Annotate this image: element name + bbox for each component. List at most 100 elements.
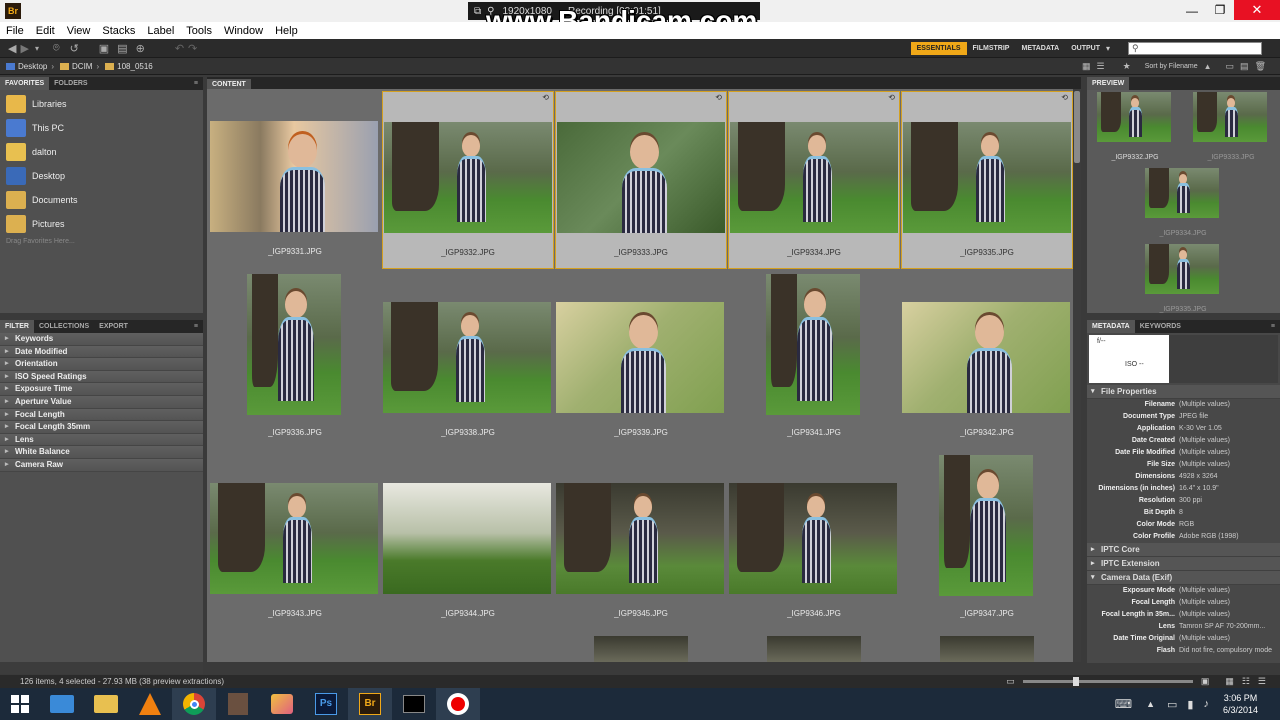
breadcrumb-item[interactable]: Desktop [18, 62, 47, 71]
volume-icon[interactable]: ♪ [1203, 698, 1209, 710]
filter-item[interactable]: Focal Length 35mm [0, 421, 203, 434]
rotate-badge-icon[interactable]: ⟲ [542, 93, 549, 102]
keyboard-icon[interactable]: ⌨ [1115, 697, 1132, 711]
breadcrumb-item[interactable]: DCIM [72, 62, 92, 71]
workspace-menu-icon[interactable]: ▾ [1106, 44, 1110, 53]
thumbnail-size-slider[interactable] [1022, 677, 1193, 686]
panel-menu-icon[interactable]: ≡ [189, 77, 203, 90]
content-scrollbar[interactable] [1073, 89, 1081, 662]
panel-menu-icon[interactable]: ≡ [189, 320, 203, 333]
zoom-in-icon[interactable]: ▣ [1201, 676, 1210, 687]
thumbnail[interactable]: _IGP9338.JPG [382, 272, 554, 450]
menu-view[interactable]: View [61, 25, 97, 37]
workspace-essentials[interactable]: ESSENTIALS [910, 41, 967, 55]
taskbar-explorer-icon[interactable] [40, 688, 84, 720]
filter-item[interactable]: Camera Raw [0, 458, 203, 472]
thumbnail[interactable]: _IGP9342.JPG [901, 272, 1073, 450]
thumbnail[interactable]: _IGP9344.JPG [382, 453, 554, 631]
preview-thumbnail[interactable]: _IGP9334.JPG [1145, 168, 1221, 240]
forward-icon[interactable]: ▶ [20, 42, 28, 55]
preview-thumbnail[interactable]: _IGP9332.JPG [1097, 92, 1173, 164]
sort-order-icon[interactable]: ▲ [1204, 62, 1212, 71]
network-icon[interactable]: ▭ [1167, 698, 1177, 711]
rotate-ccw-icon[interactable]: ↶ [175, 42, 184, 55]
output-icon[interactable]: ▤ [117, 42, 127, 55]
thumbnail[interactable]: _IGP9343.JPG [209, 453, 381, 631]
thumbnail[interactable]: ⟲ _IGP9334.JPG [728, 91, 900, 269]
open-recent-icon[interactable]: ▣ [99, 42, 109, 55]
section-iptc-core[interactable]: IPTC Core [1087, 543, 1280, 557]
tab-export[interactable]: EXPORT [94, 320, 133, 333]
thumbnail[interactable]: _IGP9341.JPG [728, 272, 900, 450]
refine-icon[interactable]: ↺ [70, 42, 79, 55]
rotate-cw-icon[interactable]: ↷ [188, 42, 197, 55]
filter-item[interactable]: Orientation [0, 358, 203, 371]
tab-metadata[interactable]: METADATA [1087, 320, 1135, 333]
start-button[interactable] [0, 688, 40, 720]
menu-tools[interactable]: Tools [180, 25, 218, 37]
section-file-properties[interactable]: File Properties [1087, 385, 1280, 399]
grid-view-icon[interactable]: ▦ [1082, 61, 1091, 72]
panel-menu-icon[interactable]: ≡ [1266, 320, 1280, 333]
thumbnail[interactable]: _IGP9331.JPG [209, 91, 381, 269]
rotate-badge-icon[interactable]: ⟲ [888, 93, 895, 102]
thumbnail[interactable]: _IGP9339.JPG [555, 272, 727, 450]
view-grid-icon[interactable]: ▦ [1225, 676, 1234, 687]
favorite-item[interactable]: dalton [0, 140, 203, 164]
thumbnail[interactable]: _IGP9336.JPG [209, 272, 381, 450]
tab-filter[interactable]: FILTER [0, 320, 34, 333]
thumbnail[interactable]: _IGP9345.JPG [555, 453, 727, 631]
minimize-button[interactable]: — [1180, 4, 1204, 18]
taskbar-vlc-icon[interactable] [128, 688, 172, 720]
star-filter-icon[interactable]: ★ [1123, 61, 1131, 72]
view-details-icon[interactable]: ☷ [1242, 676, 1250, 687]
thumbnail[interactable]: ⟲ _IGP9333.JPG [555, 91, 727, 269]
thumbnail[interactable]: _IGP9346.JPG [728, 453, 900, 631]
filter-item[interactable]: Aperture Value [0, 395, 203, 409]
filter-item[interactable]: White Balance [0, 446, 203, 459]
rotate-badge-icon[interactable]: ⟲ [715, 93, 722, 102]
workspace-metadata[interactable]: METADATA [1015, 42, 1065, 55]
back-icon[interactable]: ◀ [8, 42, 16, 55]
preview-thumbnail[interactable]: _IGP9335.JPG [1145, 244, 1221, 316]
tab-favorites[interactable]: FAVORITES [0, 77, 50, 90]
favorite-item[interactable]: Documents [0, 188, 203, 212]
scrollbar-thumb[interactable] [1074, 91, 1080, 163]
sort-label[interactable]: Sort by Filename [1145, 63, 1198, 70]
new-folder-icon[interactable]: ▤ [1240, 61, 1249, 72]
filter-item[interactable]: Exposure Time [0, 383, 203, 396]
close-button[interactable]: ✕ [1234, 0, 1280, 20]
taskbar-bandicam-icon[interactable] [436, 688, 480, 720]
menu-edit[interactable]: Edit [30, 25, 61, 37]
menu-stacks[interactable]: Stacks [96, 25, 141, 37]
favorite-item[interactable]: This PC [0, 116, 203, 140]
clock[interactable]: 3:06 PM 6/3/2014 [1223, 692, 1258, 716]
taskbar-app-icon[interactable] [216, 688, 260, 720]
tab-folders[interactable]: FOLDERS [49, 77, 92, 90]
menu-label[interactable]: Label [141, 25, 180, 37]
taskbar-folder-icon[interactable] [84, 688, 128, 720]
filter-item[interactable]: Focal Length [0, 408, 203, 422]
menu-help[interactable]: Help [269, 25, 304, 37]
slider-handle[interactable] [1072, 677, 1079, 686]
thumbnail[interactable]: _IGP9347.JPG [901, 453, 1073, 631]
view-list-icon[interactable]: ☰ [1258, 676, 1266, 687]
section-camera-data[interactable]: Camera Data (Exif) [1087, 571, 1280, 585]
camera-icon[interactable]: ⌾ [53, 42, 60, 55]
trash-icon[interactable]: 🗑 [1255, 61, 1266, 72]
workspace-filmstrip[interactable]: FILMSTRIP [967, 42, 1016, 55]
maximize-button[interactable]: ❐ [1208, 3, 1232, 17]
battery-icon[interactable]: ▮ [1187, 698, 1193, 711]
rotate-badge-icon[interactable]: ⟲ [1061, 93, 1068, 102]
filter-item[interactable]: Lens [0, 433, 203, 447]
taskbar-terminal-icon[interactable] [392, 688, 436, 720]
section-iptc-extension[interactable]: IPTC Extension [1087, 557, 1280, 571]
thumbnail[interactable]: ⟲ _IGP9332.JPG [382, 91, 554, 269]
tab-preview[interactable]: PREVIEW [1087, 77, 1130, 90]
tab-keywords[interactable]: KEYWORDS [1135, 320, 1186, 333]
search-input[interactable] [1138, 42, 1249, 54]
favorite-item[interactable]: Pictures [0, 212, 203, 236]
list-view-icon[interactable]: ☰ [1097, 61, 1105, 72]
favorite-item[interactable]: Libraries [0, 92, 203, 116]
workspace-output[interactable]: OUTPUT [1065, 42, 1106, 55]
